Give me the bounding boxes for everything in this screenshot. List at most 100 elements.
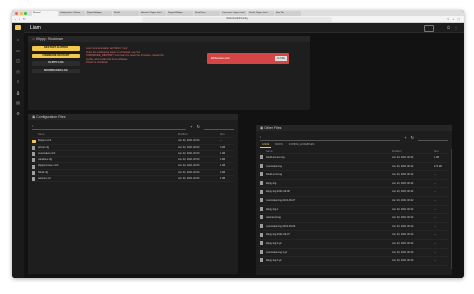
table-row[interactable]: moonraker.log.2021-09-06 Jun 23, 2021 00:… (260, 223, 448, 232)
file-size: 1 kB (220, 177, 226, 181)
file-icon (260, 241, 263, 246)
add-file-icon[interactable]: + (190, 124, 192, 129)
file-icon (32, 164, 35, 169)
file-modified: Jun 22, 2021 20:00 (178, 151, 200, 155)
column-header[interactable]: Modified (392, 149, 434, 153)
tab-logs[interactable]: LOGS (260, 142, 272, 148)
config-path-field[interactable]: / (32, 124, 187, 130)
scrollbar[interactable] (450, 149, 452, 269)
file-size: -- (220, 139, 222, 143)
dashboard-icon[interactable]: ⌂ (17, 37, 19, 42)
browser-tab[interactable]: Fluidd - Klipper Interf (248, 10, 274, 16)
history-icon[interactable]: ◷ (16, 69, 20, 74)
console-icon[interactable]: ▭ (16, 48, 20, 53)
other-files-table: Name Modified Size fluidd-access.log Jun … (260, 149, 448, 266)
tabs-overview-icon[interactable]: ▢ (457, 17, 460, 21)
settings-icon[interactable]: ⚙ (16, 111, 20, 116)
refresh-icon[interactable]: ↻ (197, 124, 200, 129)
system-icon[interactable]: ▤ (16, 100, 20, 105)
tab-config-examples[interactable]: CONFIG_EXAMPLES (287, 142, 317, 148)
table-row[interactable]: fluidd-access.log Jun 23, 2021 00:42 1 kB (260, 154, 448, 163)
table-row[interactable]: klippy.log.1 Jun 23, 2021 00:42 -- (260, 206, 448, 215)
power-icon[interactable]: ⏻ (447, 25, 450, 30)
tune-icon[interactable]: ≡ (17, 79, 19, 84)
forward-icon[interactable]: › (19, 17, 20, 21)
klippy-log-button[interactable]: KLIPPY.LOG (32, 61, 80, 66)
table-row[interactable]: webcam.txt Jun 22, 2021 20:00 1 kB (32, 176, 234, 183)
browser-tab[interactable]: Fluidd (113, 10, 139, 16)
file-modified: Jun 23, 2021 00:42 (392, 173, 414, 177)
file-name: klippy.log.2021-09-08 (266, 190, 290, 194)
minimize-window-button[interactable] (19, 11, 23, 15)
browser-tab[interactable]: Mainsail (32, 10, 58, 16)
table-row[interactable]: moonraker.log.2021-09-07 Jun 23, 2021 00:… (260, 197, 448, 206)
browser-tab[interactable]: Klipper3d/klipper (167, 10, 193, 16)
zoom-window-button[interactable] (24, 11, 27, 15)
file-name: klippy.log.1 (266, 207, 279, 211)
column-header[interactable]: Name (38, 132, 178, 137)
menu-icon[interactable]: ⋮ (454, 25, 458, 30)
table-row[interactable]: klippy.log.3.gz Jun 23, 2021 00:42 -- (260, 257, 448, 266)
browser-tab[interactable]: Fluidd Docs (194, 10, 220, 16)
column-header[interactable]: Size (220, 132, 234, 137)
file-size: 3 kB (220, 145, 226, 149)
file-size: 2 kB (220, 158, 226, 162)
file-modified: Jun 23, 2021 00:42 (392, 216, 414, 220)
table-row[interactable]: webcamd.log Jun 23, 2021 00:42 -- (260, 214, 448, 223)
reload-icon[interactable]: ↻ (23, 17, 26, 21)
error-toast: Websocket error CLOSE (207, 53, 289, 64)
file-icon (260, 215, 263, 220)
app-title: Liam (30, 25, 41, 31)
search-field[interactable] (204, 124, 234, 130)
column-header[interactable]: Modified (178, 132, 220, 137)
file-icon (260, 223, 263, 228)
layout-toggle-icon[interactable] (424, 25, 434, 32)
browser-tab[interactable]: New Tab (275, 10, 301, 16)
file-size: 1 kB (220, 164, 226, 168)
refresh-icon[interactable]: ↻ (411, 135, 414, 140)
add-file-icon[interactable]: + (404, 135, 406, 140)
table-row[interactable]: fluidd-error.log Jun 23, 2021 00:42 -- (260, 171, 448, 180)
firmware-restart-button[interactable]: FIRMWARE RESTART (32, 53, 80, 58)
file-name: moonraker.log.1.gz (266, 250, 288, 254)
table-row[interactable]: klippy.log.2021-09-08 Jun 23, 2021 00:42 -… (260, 188, 448, 197)
share-icon[interactable]: ⇪ (447, 17, 450, 21)
column-header[interactable]: Size (434, 149, 448, 153)
moonraker-log-button[interactable]: MOONRAKER.LOG (32, 68, 80, 73)
file-modified: Jun 23, 2021 00:42 (392, 250, 414, 254)
table-row[interactable]: klippy.log.2.gz Jun 23, 2021 00:42 -- (260, 240, 448, 249)
back-icon[interactable]: ‹ (15, 17, 16, 21)
search-field[interactable] (418, 135, 448, 141)
browser-tab[interactable]: Klipper3d/klipper (86, 10, 112, 16)
configuration-icon[interactable]: {} (17, 90, 20, 95)
column-header[interactable]: Name (266, 149, 392, 153)
table-row[interactable]: klippy.log.2021-09-07 Jun 23, 2021 00:42 -… (260, 231, 448, 240)
file-size: -- (434, 224, 436, 228)
browser-tab[interactable]: Connected - Klipper Interf (221, 10, 247, 16)
browser-tab[interactable]: Mainsail - Klipper Interf (140, 10, 166, 16)
file-name: moonraker.log.2021-09-07 (266, 198, 296, 202)
file-icon (260, 172, 263, 177)
table-row[interactable]: klippy.log Jun 23, 2021 00:42 -- (260, 180, 448, 189)
tab-docs[interactable]: DOCS (273, 142, 285, 148)
browser-tab[interactable]: Configuration - Mainsa (59, 10, 85, 16)
file-modified: Jun 23, 2021 00:42 (392, 156, 414, 159)
toast-close-button[interactable]: CLOSE (274, 56, 287, 61)
fluidd-logo-icon[interactable] (15, 25, 21, 30)
new-tab-icon[interactable]: + (452, 17, 454, 21)
fluidd-app: ⌂ ▭ ◫ ◷ ≡ {} ▤ ⚙ Liam ⏻ ⋮ ⚠ Klippy: Shut… (12, 23, 464, 278)
file-modified: Jun 22, 2021 20:00 (178, 170, 200, 174)
file-name: klippy.log.2021-09-07 (266, 233, 290, 237)
file-size: -- (434, 181, 436, 185)
close-window-button[interactable] (15, 11, 18, 15)
jobs-icon[interactable]: ◫ (16, 58, 20, 63)
file-name: klipperscreen.conf (38, 164, 59, 168)
restart-klipper-button[interactable]: RESTART KLIPPER (32, 46, 80, 51)
other-path-field[interactable]: / (260, 135, 401, 141)
table-row[interactable]: moonraker.log.1.gz Jun 23, 2021 00:42 -- (260, 249, 448, 258)
file-name: moonraker.log.2021-09-06 (266, 224, 296, 228)
table-row[interactable]: moonraker.log Jun 23, 2021 00:42 174 kB (260, 163, 448, 172)
klippy-status-card: ⚠ Klippy: Shutdown RESTART KLIPPER FIRMW… (28, 36, 310, 110)
address-bar[interactable]: fluidd.local/#/config (142, 17, 332, 22)
file-icon (32, 177, 35, 182)
